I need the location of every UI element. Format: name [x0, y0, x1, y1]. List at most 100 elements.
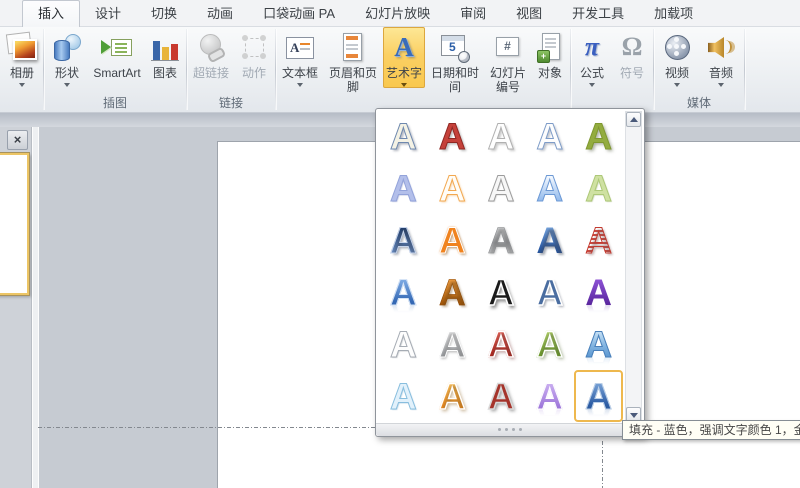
wordart-style-option[interactable]: A	[477, 111, 526, 163]
wordart-style-option[interactable]: A	[525, 111, 574, 163]
action-label: 动作	[241, 66, 266, 80]
gallery-scrollbar[interactable]	[625, 111, 642, 423]
tab-developer[interactable]: 开发工具	[557, 1, 639, 26]
wordart-a: A	[438, 323, 466, 365]
wordart-style-option[interactable]: A	[428, 370, 477, 422]
wordart-style-option[interactable]: A	[477, 215, 526, 267]
tab-slideshow[interactable]: 幻灯片放映	[350, 1, 445, 26]
wordart-style-option[interactable]: A	[379, 111, 428, 163]
wordart-style-option[interactable]: A	[525, 215, 574, 267]
date-time-button[interactable]: 日期和时间	[425, 27, 485, 95]
wordart-a: A	[536, 323, 564, 365]
wordart-a: A	[487, 116, 515, 158]
chevron-down-icon	[297, 83, 303, 87]
wordart-style-option[interactable]: A	[379, 266, 428, 318]
group-separator	[570, 29, 571, 110]
wordart-style-option[interactable]: A	[428, 318, 477, 370]
object-label: 对象	[537, 66, 562, 80]
chart-button[interactable]: 图表	[145, 27, 185, 81]
hyperlink-button[interactable]: 超链接	[188, 27, 234, 81]
wordart-a: A	[585, 168, 613, 210]
action-icon	[237, 31, 271, 65]
wordart-style-option[interactable]: A	[574, 318, 623, 370]
tab-pocket-animation[interactable]: 口袋动画 PA	[248, 1, 350, 26]
wordart-a: A	[536, 375, 564, 417]
tab-insert[interactable]: 插入	[22, 0, 81, 27]
chevron-down-icon	[589, 83, 595, 87]
wordart-style-option[interactable]: A	[477, 318, 526, 370]
slide-number-button[interactable]: 幻灯片编号	[485, 27, 531, 95]
wordart-style-option[interactable]: A	[428, 111, 477, 163]
object-button[interactable]: 对象	[531, 27, 569, 81]
wordart-style-option[interactable]: A	[574, 215, 623, 267]
smartart-button[interactable]: SmartArt	[89, 27, 145, 81]
triangle-up-icon	[630, 117, 638, 122]
smartart-icon	[100, 31, 134, 65]
wordart-style-option[interactable]: A	[428, 163, 477, 215]
wordart-style-option[interactable]: A	[379, 370, 428, 422]
wordart-style-option[interactable]: A	[477, 266, 526, 318]
shapes-button[interactable]: 形状	[45, 27, 89, 88]
ribbon-tab-bar: 插入 设计 切换 动画 口袋动画 PA 幻灯片放映 审阅 视图 开发工具 加载项	[0, 0, 800, 27]
powerpoint-window: 插入 设计 切换 动画 口袋动画 PA 幻灯片放映 审阅 视图 开发工具 加载项…	[0, 0, 800, 488]
group-separator	[275, 29, 276, 110]
audio-icon	[704, 31, 738, 65]
photo-album-icon	[5, 31, 39, 65]
audio-button[interactable]: 音频	[699, 27, 743, 88]
wordart-style-option[interactable]: A	[574, 266, 623, 318]
object-icon	[533, 31, 567, 65]
close-slides-panel-button[interactable]: ×	[7, 130, 28, 150]
video-button[interactable]: 视频	[655, 27, 699, 88]
slide-thumbnail[interactable]	[0, 153, 29, 295]
header-footer-icon	[336, 31, 370, 65]
wordart-a: A	[487, 168, 515, 210]
wordart-style-option[interactable]: A	[574, 111, 623, 163]
tab-view[interactable]: 视图	[501, 1, 557, 26]
wordart-button[interactable]: 艺术字	[383, 27, 425, 88]
textbox-button[interactable]: 文本框	[277, 27, 323, 88]
wordart-a: A	[390, 220, 418, 262]
wordart-a: A	[487, 220, 515, 262]
video-label: 视频	[664, 66, 689, 80]
wordart-style-option[interactable]: A	[525, 266, 574, 318]
gallery-resize-handle[interactable]	[376, 423, 644, 436]
symbol-button[interactable]: Ω 符号	[612, 27, 652, 81]
wordart-style-option[interactable]: A	[525, 318, 574, 370]
wordart-style-option[interactable]: A	[379, 215, 428, 267]
equation-button[interactable]: π 公式	[572, 27, 612, 88]
photo-album-button[interactable]: 相册	[2, 27, 42, 88]
group-album: 相册	[2, 27, 42, 112]
wordart-style-option[interactable]: A	[477, 163, 526, 215]
wordart-style-option[interactable]: A	[525, 370, 574, 422]
tab-design[interactable]: 设计	[80, 1, 136, 26]
wordart-a: A	[438, 116, 466, 158]
wordart-a: A	[585, 116, 613, 158]
wordart-style-option[interactable]: A	[379, 318, 428, 370]
wordart-style-option[interactable]: A	[428, 215, 477, 267]
wordart-style-option[interactable]: A	[525, 163, 574, 215]
tab-animations[interactable]: 动画	[192, 1, 248, 26]
pane-splitter[interactable]	[32, 127, 39, 488]
wordart-a: A	[585, 375, 613, 417]
triangle-down-icon	[630, 413, 638, 418]
horizontal-guide[interactable]	[38, 427, 375, 428]
action-button[interactable]: 动作	[234, 27, 274, 81]
wordart-gallery-grid: A A A A A A A A A A A A A A A A A A A A …	[379, 111, 623, 422]
tab-addins[interactable]: 加载项	[639, 1, 708, 26]
tab-transitions[interactable]: 切换	[136, 1, 192, 26]
vertical-guide[interactable]	[602, 441, 603, 488]
wordart-icon	[387, 31, 421, 65]
group-symbols: π 公式 Ω 符号	[572, 27, 652, 112]
wordart-style-option[interactable]: A	[477, 370, 526, 422]
equation-label: 公式	[579, 66, 604, 80]
scroll-up-button[interactable]	[626, 112, 641, 127]
wordart-style-option[interactable]: A	[428, 266, 477, 318]
tab-review[interactable]: 审阅	[445, 1, 501, 26]
wordart-style-option[interactable]: A	[379, 163, 428, 215]
wordart-a: A	[585, 271, 612, 313]
wordart-style-option-selected[interactable]: A	[574, 370, 623, 422]
group-illustrations: 形状 SmartArt 图表 插图	[45, 27, 185, 112]
header-footer-button[interactable]: 页眉和页脚	[323, 27, 383, 95]
wordart-style-option[interactable]: A	[574, 163, 623, 215]
wordart-a: A	[585, 323, 613, 365]
